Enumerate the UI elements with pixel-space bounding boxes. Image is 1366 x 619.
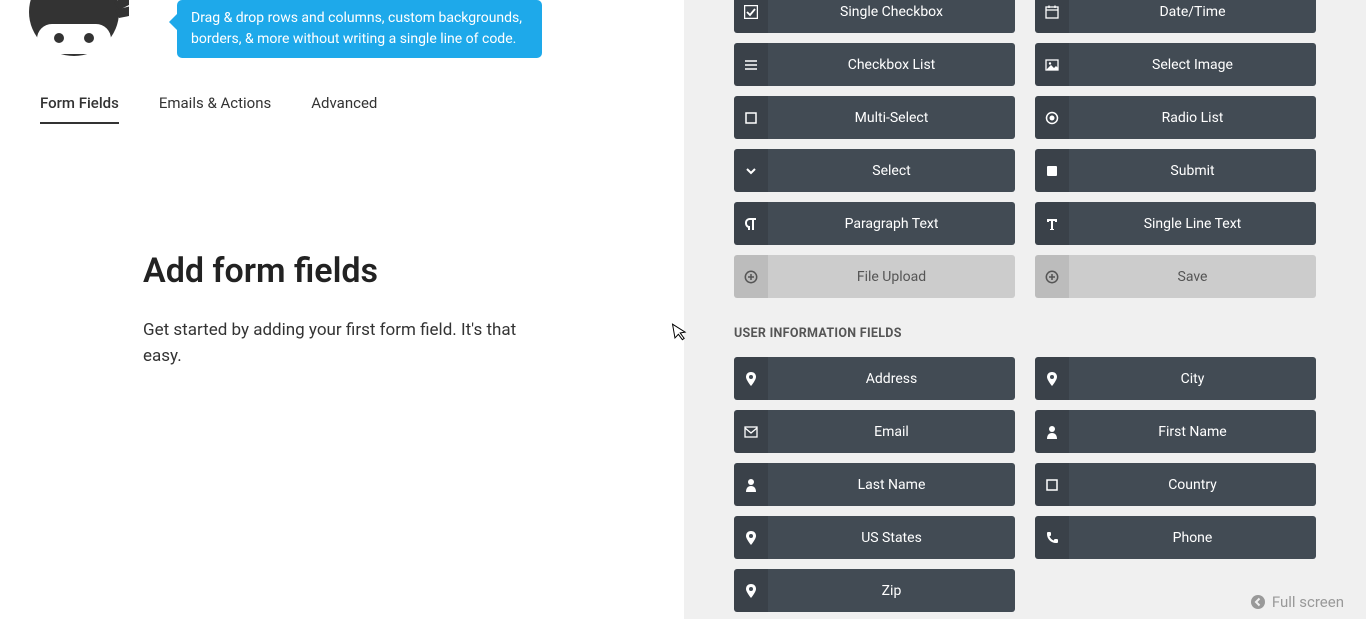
field-label: Save [1069,255,1316,298]
paragraph-icon [734,202,768,245]
field-label: Select [768,149,1015,192]
field-label: Address [768,357,1015,400]
plus-circle-icon [734,255,768,298]
field-label: Email [768,410,1015,453]
map-marker-icon [734,516,768,559]
tab-form-fields[interactable]: Form Fields [40,94,119,124]
square-icon [1035,463,1069,506]
field-single-line-text[interactable]: Single Line Text [1035,202,1316,245]
field-label: Date/Time [1069,0,1316,33]
tab-form-fields-label: Form Fields [40,94,119,112]
field-label: Single Checkbox [768,0,1015,33]
tabs: Form Fields Emails & Actions Advanced [40,94,377,124]
field-label: Paragraph Text [768,202,1015,245]
field-first-name[interactable]: First Name [1035,410,1316,453]
field-country[interactable]: Country [1035,463,1316,506]
field-select-image[interactable]: Select Image [1035,43,1316,86]
field-phone[interactable]: Phone [1035,516,1316,559]
field-label: Multi-Select [768,96,1015,139]
field-label: Single Line Text [1069,202,1316,245]
plus-circle-icon [1035,255,1069,298]
promo-tooltip: Drag & drop rows and columns, custom bac… [177,0,542,58]
field-label: City [1069,357,1316,400]
field-label: Phone [1069,516,1316,559]
field-address[interactable]: Address [734,357,1015,400]
field-label: Submit [1069,149,1316,192]
ninja-logo [19,0,129,58]
field-label: US States [768,516,1015,559]
tab-emails-actions-label: Emails & Actions [159,94,271,112]
user-info-fields-grid: Address City Email First Name [734,357,1316,612]
field-single-checkbox[interactable]: Single Checkbox [734,0,1015,33]
field-label: Checkbox List [768,43,1015,86]
field-label: Radio List [1069,96,1316,139]
subtext-get-started: Get started by adding your first form fi… [143,317,553,370]
radio-icon [1035,96,1069,139]
common-fields-grid: Single Checkbox Date/Time Checkbox List … [734,0,1316,298]
field-paragraph-text[interactable]: Paragraph Text [734,202,1015,245]
tab-emails-actions[interactable]: Emails & Actions [159,94,271,124]
right-panel: Single Checkbox Date/Time Checkbox List … [684,0,1366,619]
field-multi-select[interactable]: Multi-Select [734,96,1015,139]
map-marker-icon [734,569,768,612]
field-save[interactable]: Save [1035,255,1316,298]
field-checkbox-list[interactable]: Checkbox List [734,43,1015,86]
section-title-user-info: USER INFORMATION FIELDS [734,326,1316,341]
field-zip[interactable]: Zip [734,569,1015,612]
map-marker-icon [734,357,768,400]
chevron-down-icon [734,149,768,192]
square-filled-icon [1035,149,1069,192]
field-city[interactable]: City [1035,357,1316,400]
field-label: Country [1069,463,1316,506]
field-label: First Name [1069,410,1316,453]
field-label: Select Image [1069,43,1316,86]
field-us-states[interactable]: US States [734,516,1015,559]
phone-icon [1035,516,1069,559]
field-date-time[interactable]: Date/Time [1035,0,1316,33]
field-last-name[interactable]: Last Name [734,463,1015,506]
calendar-icon [1035,0,1069,33]
list-icon [734,43,768,86]
field-file-upload[interactable]: File Upload [734,255,1015,298]
field-label: File Upload [768,255,1015,298]
square-icon [734,96,768,139]
tab-advanced[interactable]: Advanced [311,94,377,124]
field-submit[interactable]: Submit [1035,149,1316,192]
circle-left-icon [1250,594,1266,610]
promo-tooltip-text: Drag & drop rows and columns, custom bac… [191,10,522,47]
left-panel: Drag & drop rows and columns, custom bac… [0,0,684,619]
field-radio-list[interactable]: Radio List [1035,96,1316,139]
tab-advanced-label: Advanced [311,94,377,112]
fullscreen-toggle[interactable]: Full screen [1250,593,1344,611]
field-label: Zip [768,569,1015,612]
field-select[interactable]: Select [734,149,1015,192]
envelope-icon [734,410,768,453]
field-label: Last Name [768,463,1015,506]
fullscreen-label: Full screen [1272,593,1344,611]
map-marker-icon [1035,357,1069,400]
user-icon [734,463,768,506]
user-icon [1035,410,1069,453]
text-icon [1035,202,1069,245]
checkbox-icon [734,0,768,33]
field-email[interactable]: Email [734,410,1015,453]
image-icon [1035,43,1069,86]
heading-add-form-fields: Add form fields [143,251,378,291]
